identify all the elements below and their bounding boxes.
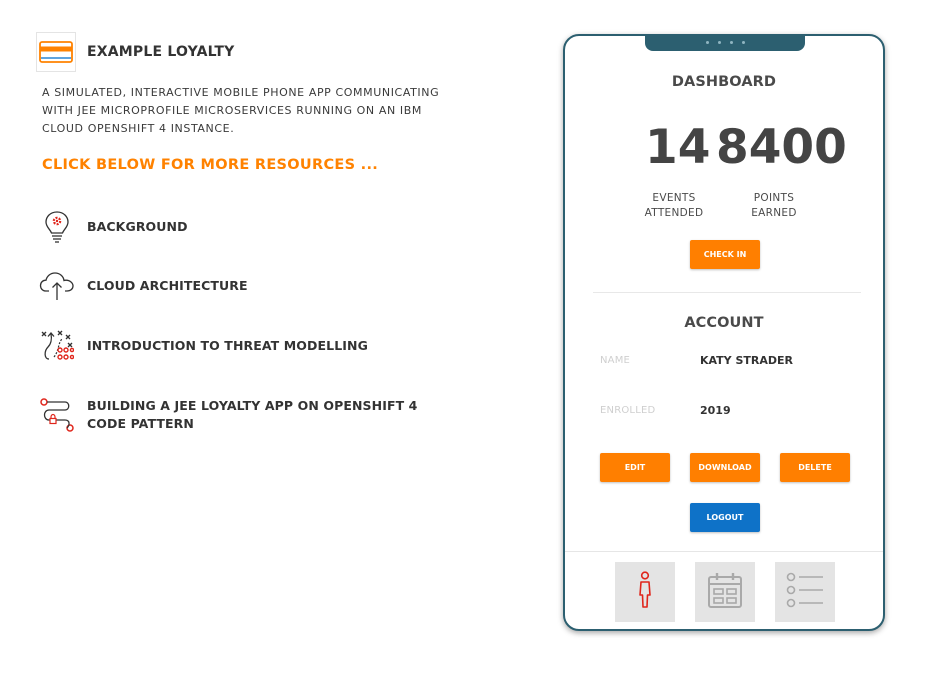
resource-link-threat-modelling[interactable]: INTRODUCTION TO THREAT MODELLING	[38, 327, 447, 365]
tabbar-divider	[565, 551, 883, 552]
tab-list[interactable]	[775, 562, 835, 622]
tab-events[interactable]	[695, 562, 755, 622]
strategy-play-icon	[38, 327, 76, 365]
dashboard-title: DASHBOARD	[671, 74, 777, 90]
list-icon	[786, 571, 824, 613]
events-count: 14	[645, 120, 711, 175]
phone-notch	[645, 36, 805, 51]
edit-button[interactable]: EDIT	[600, 453, 670, 482]
name-value: KATY STRADER	[700, 354, 794, 367]
check-in-button[interactable]: CHECK IN	[690, 240, 760, 269]
person-icon	[637, 571, 653, 613]
points-count: 8400	[716, 120, 847, 175]
events-label: EVENTS ATTENDED	[629, 191, 719, 221]
enrolled-label: ENROLLED	[600, 405, 656, 416]
download-button[interactable]: DOWNLOAD	[690, 453, 760, 482]
calendar-icon	[707, 571, 743, 613]
route-pattern-icon	[38, 396, 76, 434]
app-title: EXAMPLE LOYALTY	[87, 44, 235, 60]
info-panel: EXAMPLE LOYALTY A SIMULATED, INTERACTIVE…	[0, 0, 480, 678]
name-label: NAME	[600, 355, 631, 366]
phone-frame: DASHBOARD 14 8400 EVENTS ATTENDED POINTS…	[563, 34, 885, 631]
resources-heading: CLICK BELOW FOR MORE RESOURCES ...	[42, 157, 379, 173]
section-divider	[593, 292, 861, 293]
intro-line: A SIMULATED, INTERACTIVE MOBILE PHONE AP…	[42, 86, 440, 99]
delete-button[interactable]: DELETE	[780, 453, 850, 482]
intro-line: WITH JEE MICROPROFILE MICROSERVICES RUNN…	[42, 104, 422, 117]
brand-header: EXAMPLE LOYALTY	[36, 32, 235, 72]
logout-button[interactable]: LOGOUT	[690, 503, 760, 532]
intro-text: A SIMULATED, INTERACTIVE MOBILE PHONE AP…	[42, 84, 442, 138]
resource-link-cloud-architecture[interactable]: CLOUD ARCHITECTURE	[38, 267, 447, 305]
intro-line: CLOUD OPENSHIFT 4 INSTANCE.	[42, 122, 235, 135]
tab-account[interactable]	[615, 562, 675, 622]
card-icon	[36, 32, 76, 72]
enrolled-value: 2019	[700, 404, 731, 417]
cloud-upload-icon	[38, 267, 76, 305]
points-label: POINTS EARNED	[729, 191, 819, 221]
resource-label: BACKGROUND	[87, 219, 188, 234]
points-label-line: EARNED	[751, 207, 797, 219]
account-title: ACCOUNT	[684, 315, 764, 331]
resource-label: CLOUD ARCHITECTURE	[87, 278, 248, 293]
resource-label: BUILDING A JEE LOYALTY APP ON OPENSHIFT …	[87, 398, 418, 431]
events-label-line: ATTENDED	[644, 207, 704, 219]
lightbulb-gear-icon	[38, 208, 76, 246]
events-label-line: EVENTS	[652, 192, 696, 204]
points-label-line: POINTS	[753, 192, 795, 204]
resource-label: INTRODUCTION TO THREAT MODELLING	[87, 338, 368, 353]
resource-link-background[interactable]: BACKGROUND	[38, 208, 447, 246]
resource-link-code-pattern[interactable]: BUILDING A JEE LOYALTY APP ON OPENSHIFT …	[38, 396, 447, 434]
